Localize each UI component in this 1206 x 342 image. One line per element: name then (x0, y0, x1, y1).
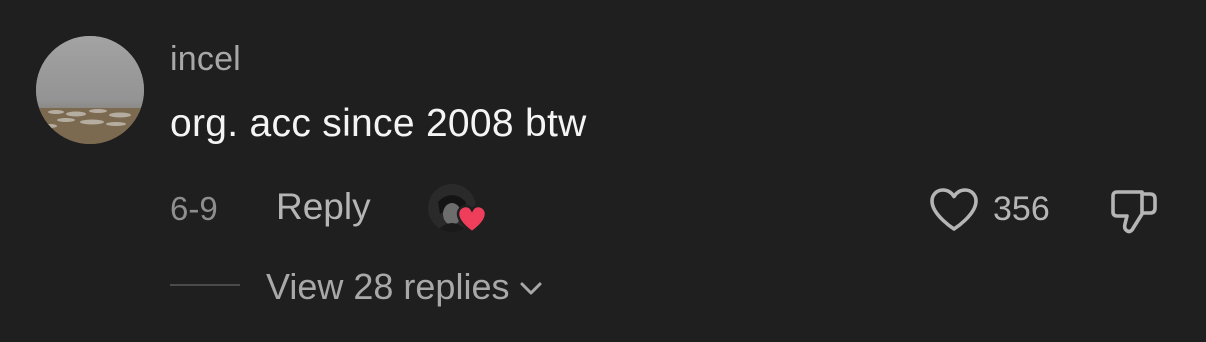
comment-date: 6-9 (170, 190, 218, 227)
user-avatar[interactable] (36, 36, 144, 144)
reply-button[interactable]: Reply (276, 186, 371, 228)
like-count: 356 (993, 190, 1050, 228)
replies-divider (170, 284, 240, 286)
comment-text: org. acc since 2008 btw (170, 102, 587, 145)
chevron-down-icon (520, 282, 542, 295)
username[interactable]: incel (170, 40, 241, 79)
creator-liked-badge (428, 184, 490, 236)
heart-outline-icon[interactable] (928, 186, 980, 234)
heart-filled-icon (456, 204, 488, 234)
thumbs-down-icon[interactable] (1108, 186, 1160, 236)
view-replies-button[interactable]: View 28 replies (266, 266, 543, 308)
view-replies-label: View 28 replies (266, 266, 510, 307)
comment-item: incel org. acc since 2008 btw 6-9 Reply … (0, 0, 1206, 342)
